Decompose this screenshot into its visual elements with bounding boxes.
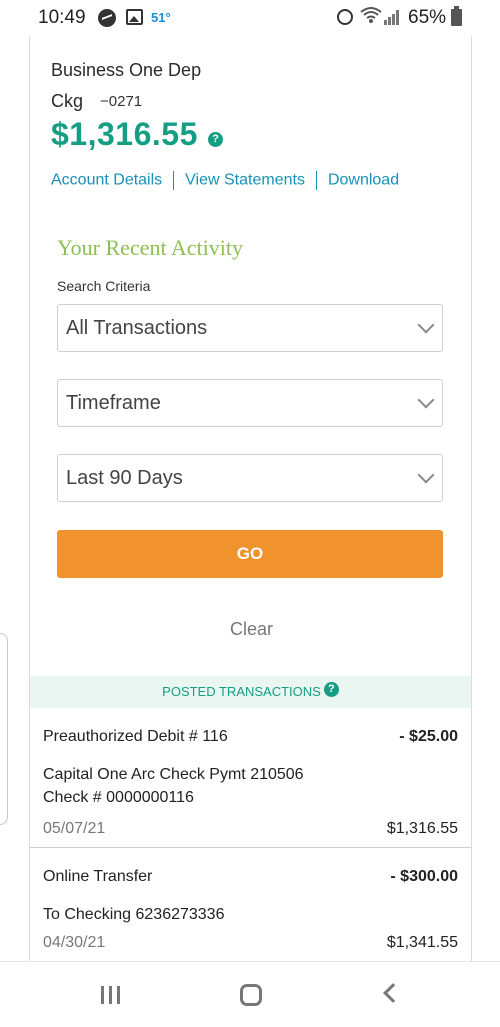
chevron-down-icon: [417, 466, 435, 484]
download-link[interactable]: Download: [328, 172, 399, 189]
navigation-bar: [0, 961, 500, 1027]
transaction-amount: - $300.00: [390, 868, 458, 885]
posted-transactions-title: POSTED TRANSACTIONS: [162, 684, 321, 699]
transaction-description: Preauthorized Debit # 116: [43, 728, 228, 745]
transaction-detail: To Checking 6236273336: [43, 906, 225, 923]
status-time: 10:49: [38, 7, 86, 28]
transaction-amount: - $25.00: [399, 728, 458, 745]
link-divider: [173, 171, 175, 190]
wifi-icon: [360, 6, 382, 24]
transaction-row[interactable]: Preauthorized Debit # 116 - $25.00 Capit…: [30, 708, 471, 848]
link-divider: [315, 171, 317, 190]
help-icon[interactable]: ?: [323, 682, 339, 698]
go-button[interactable]: GO: [57, 530, 443, 578]
chevron-down-icon: [417, 316, 435, 334]
help-icon[interactable]: ?: [208, 132, 223, 147]
transaction-detail: Check # 0000000116: [43, 789, 194, 806]
date-range-select[interactable]: Last 90 Days: [57, 454, 443, 502]
transaction-detail: Capital One Arc Check Pymt 210506: [43, 766, 304, 783]
account-links: Account Details View Statements Download: [51, 171, 399, 190]
alarm-icon: [337, 9, 353, 25]
posted-transactions-header: POSTED TRANSACTIONS?: [30, 676, 471, 708]
transaction-date: 04/30/21: [43, 934, 106, 951]
battery-icon: [451, 6, 462, 26]
home-icon[interactable]: [240, 984, 262, 1006]
account-details-link[interactable]: Account Details: [51, 172, 162, 189]
transaction-balance: $1,341.55: [386, 934, 458, 951]
status-temperature: 51°: [151, 10, 171, 25]
transaction-row[interactable]: Online Transfer - $300.00 To Checking 62…: [30, 848, 471, 961]
transaction-description: Online Transfer: [43, 868, 153, 885]
signal-icon: [384, 9, 402, 25]
transaction-date: 05/07/21: [43, 820, 106, 837]
back-icon[interactable]: [383, 983, 403, 1003]
transaction-type-select[interactable]: All Transactions: [57, 304, 443, 352]
recent-activity-title: Your Recent Activity: [57, 235, 243, 260]
account-name: Business One Dep: [51, 60, 202, 80]
search-criteria-label: Search Criteria: [57, 278, 151, 294]
messenger-icon: [98, 9, 116, 27]
clear-button[interactable]: Clear: [30, 619, 473, 640]
account-card: Business One Dep Ckg −0271 $1,316.55 ? A…: [29, 36, 472, 961]
account-number: −0271: [100, 93, 143, 110]
edge-panel-handle[interactable]: [0, 633, 8, 825]
account-type: Ckg: [51, 91, 84, 111]
gallery-icon: [126, 9, 143, 25]
transaction-balance: $1,316.55: [386, 820, 458, 837]
account-balance: $1,316.55: [51, 116, 198, 152]
chevron-down-icon: [417, 391, 435, 409]
recents-icon[interactable]: [101, 986, 123, 1004]
timeframe-select[interactable]: Timeframe: [57, 379, 443, 427]
select-value: All Transactions: [66, 317, 208, 339]
view-statements-link[interactable]: View Statements: [185, 172, 305, 189]
select-value: Timeframe: [66, 392, 161, 414]
select-value: Last 90 Days: [66, 467, 183, 489]
status-bar: 10:49 51° 65%: [0, 0, 500, 36]
battery-percent: 65%: [408, 7, 447, 28]
